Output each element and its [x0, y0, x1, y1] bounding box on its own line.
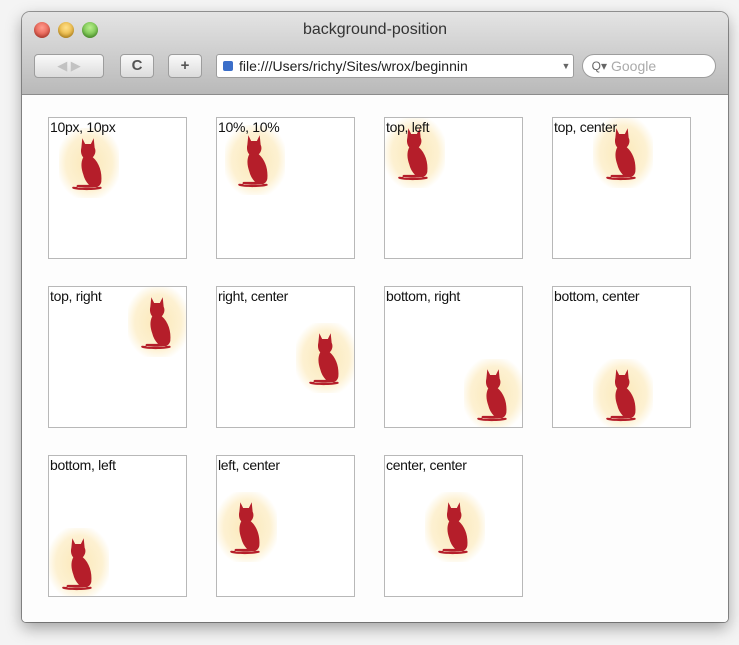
chevron-down-icon[interactable]: ▼ [559, 61, 573, 71]
position-box: top, left [384, 117, 523, 259]
plus-icon: + [180, 57, 190, 74]
position-label: bottom, right [386, 288, 460, 304]
position-label: right, center [218, 288, 289, 304]
background-image [224, 125, 285, 196]
cat-icon [141, 297, 171, 350]
position-label: 10px, 10px [50, 119, 116, 135]
position-label: top, center [554, 119, 617, 135]
search-icon[interactable]: Q▾ [583, 59, 607, 73]
cat-icon [62, 538, 92, 591]
position-label: bottom, center [554, 288, 640, 304]
cat-icon [605, 369, 636, 422]
reload-button[interactable]: C [120, 54, 154, 78]
position-box: top, center [552, 117, 691, 259]
position-box: center, center [384, 455, 523, 597]
position-label: center, center [386, 457, 467, 473]
position-box: 10px, 10px [48, 117, 187, 259]
back-forward-buttons[interactable]: ◀ ▶ [34, 54, 104, 78]
search-placeholder: Google [611, 58, 657, 74]
position-label: top, right [50, 288, 102, 304]
position-label: left, center [218, 457, 280, 473]
cat-icon [72, 138, 102, 191]
background-image [296, 323, 354, 393]
background-image [128, 287, 186, 357]
cat-icon [238, 135, 268, 188]
reload-icon: C [131, 57, 143, 74]
position-label: top, left [386, 119, 430, 135]
background-image [464, 359, 522, 427]
cat-icon [477, 369, 507, 422]
address-text: file:///Users/richy/Sites/wrox/beginnin [239, 58, 468, 74]
position-box: bottom, center [552, 286, 691, 428]
page-content: 10px, 10px 10%, 10% top, left top, cente… [22, 95, 728, 622]
position-box: top, right [48, 286, 187, 428]
search-field[interactable]: Q▾ Google [582, 54, 716, 78]
background-image [59, 128, 119, 198]
file-icon [223, 61, 233, 71]
position-box: 10%, 10% [216, 117, 355, 259]
position-demo-grid: 10px, 10px 10%, 10% top, left top, cente… [48, 117, 691, 597]
position-box: right, center [216, 286, 355, 428]
position-box: left, center [216, 455, 355, 597]
address-bar[interactable]: file:///Users/richy/Sites/wrox/beginnin … [216, 54, 574, 78]
background-image [424, 492, 485, 562]
background-image [217, 492, 277, 562]
back-forward-icon: ◀ ▶ [57, 58, 81, 73]
title-bar: background-position ◀ ▶ C + file:///User… [22, 12, 728, 95]
cat-icon [309, 333, 339, 386]
position-label: bottom, left [50, 457, 116, 473]
background-image [49, 528, 109, 596]
cat-icon [230, 502, 260, 555]
add-bookmark-button[interactable]: + [168, 54, 202, 78]
cat-icon [437, 502, 468, 555]
position-box: bottom, left [48, 455, 187, 597]
window-title: background-position [302, 21, 448, 38]
background-image [592, 359, 653, 427]
browser-window: background-position ◀ ▶ C + file:///User… [22, 12, 728, 622]
position-label: 10%, 10% [218, 119, 280, 135]
position-box: bottom, right [384, 286, 523, 428]
